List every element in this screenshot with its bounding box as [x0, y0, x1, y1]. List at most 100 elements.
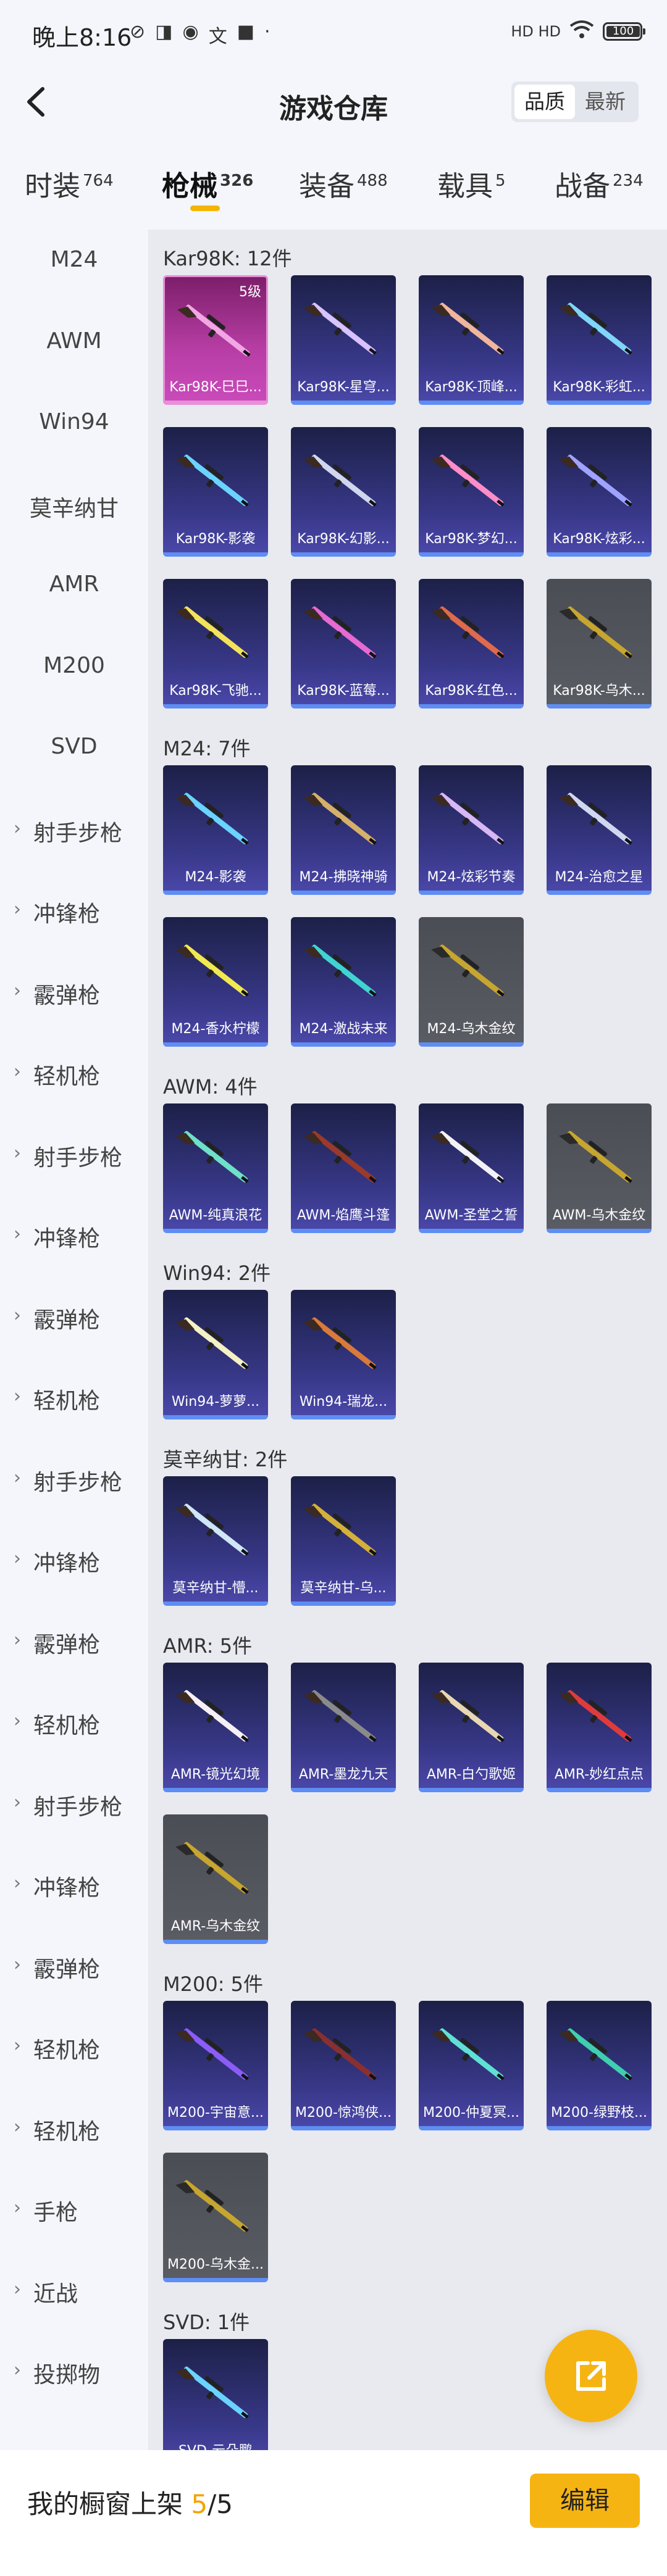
tab-count: 326 [220, 172, 254, 190]
weapon-skin-card[interactable]: Kar98K-红色... [419, 579, 524, 708]
weapon-skin-card[interactable]: M24-影袭 [163, 765, 268, 895]
weapon-skin-card[interactable]: 莫辛纳甘-乌... [291, 1476, 396, 1606]
sidebar-item[interactable]: M24 [0, 247, 148, 284]
sidebar-item[interactable]: AMR [0, 571, 148, 609]
tab-fashion[interactable]: 时装 764 [25, 164, 114, 204]
weapon-skin-card[interactable]: M200-惊鸿侠... [291, 2001, 396, 2130]
gun-icon [303, 302, 377, 355]
weapon-skin-card[interactable]: AMR-妙红点点 [547, 1663, 652, 1792]
weapon-skin-card[interactable]: Kar98K-炫彩... [547, 427, 652, 557]
weapon-skin-card[interactable]: M24-激战未来 [291, 917, 396, 1047]
gun-image [174, 2018, 257, 2092]
weapon-skin-card[interactable]: M200-仲夏冥... [419, 2001, 524, 2130]
weapon-skin-card[interactable]: AMR-白勺歌姬 [419, 1663, 524, 1792]
weapon-skin-card[interactable]: M24-香水柠檬 [163, 917, 268, 1047]
weapon-skin-card[interactable]: M24-炫彩节奏 [419, 765, 524, 895]
sidebar-item[interactable]: › 霰弹枪 [0, 1951, 148, 1988]
sidebar-item[interactable]: AWM [0, 328, 148, 365]
sidebar-item[interactable]: › 射手步枪 [0, 815, 148, 852]
sidebar-item[interactable]: › 轻机枪 [0, 1708, 148, 1745]
gun-icon [303, 1317, 377, 1369]
weapon-skin-card[interactable]: Kar98K-彩虹... [547, 275, 652, 405]
sidebar-item[interactable]: › 近战 [0, 2276, 148, 2313]
sidebar-item[interactable]: Win94 [0, 409, 148, 446]
sidebar-item[interactable]: 莫辛纳甘 [0, 491, 148, 528]
sidebar-item-label: Win94 [39, 409, 109, 434]
weapon-skin-name: 莫辛纳甘-乌... [300, 1581, 387, 1596]
weapon-skin-card[interactable]: M24-乌木金纹 [419, 917, 524, 1047]
weapon-skin-name: Kar98K-乌木... [553, 683, 645, 699]
weapon-skin-card[interactable]: AWM-纯真浪花 [163, 1103, 268, 1233]
weapon-skin-card[interactable]: 5级 Kar98K-巳巳... [163, 275, 268, 405]
wifi-icon [569, 20, 594, 43]
weapon-skin-card[interactable]: Kar98K-顶峰... [419, 275, 524, 405]
sort-option-latest[interactable]: 最新 [575, 85, 636, 119]
section-title: Win94: 2件 [163, 1261, 271, 1285]
sidebar-item[interactable]: › 霰弹枪 [0, 1627, 148, 1664]
weapon-skin-card[interactable]: Kar98K-梦幻... [419, 427, 524, 557]
sort-switch: 品质 最新 [511, 81, 639, 122]
weapon-skin-name: AMR-墨龙九天 [298, 1767, 388, 1782]
battery-level: 100 [606, 26, 640, 37]
weapon-skin-card[interactable]: M200-乌木金... [163, 2153, 268, 2282]
weapon-skin-card[interactable]: Kar98K-影袭 [163, 427, 268, 557]
weapon-skin-card[interactable]: AMR-墨龙九天 [291, 1663, 396, 1792]
weapon-skin-card[interactable]: AWM-焰鹰斗篷 [291, 1103, 396, 1233]
chevron-right-icon: › [14, 1791, 21, 1813]
tab-supplies[interactable]: 战备 234 [555, 164, 644, 204]
weapon-skin-card[interactable]: Win94-瑞龙... [291, 1290, 396, 1419]
weapon-skin-card[interactable]: AMR-乌木金纹 [163, 1814, 268, 1944]
sidebar-item[interactable]: › 冲锋枪 [0, 1221, 148, 1258]
weapon-skin-card[interactable]: AWM-圣堂之誓 [419, 1103, 524, 1233]
section-title: Kar98K: 12件 [163, 247, 292, 270]
weapon-skin-card[interactable]: Kar98K-星穹... [291, 275, 396, 405]
sidebar-item[interactable]: › 冲锋枪 [0, 1870, 148, 1907]
tab-guns[interactable]: 枪械 326 [162, 164, 253, 204]
sidebar-item[interactable]: › 投掷物 [0, 2357, 148, 2394]
gun-image [174, 1121, 257, 1195]
sidebar-item-label: 冲锋枪 [33, 1876, 101, 1901]
weapon-skin-card[interactable]: AMR-镜光幻境 [163, 1663, 268, 1792]
gun-image [302, 934, 385, 1008]
edit-button[interactable]: 编辑 [530, 2474, 640, 2528]
sidebar-item[interactable]: › 轻机枪 [0, 2114, 148, 2151]
tab-equipment[interactable]: 装备 488 [299, 164, 388, 204]
weapon-skin-card[interactable]: M24-治愈之星 [547, 765, 652, 895]
sidebar-item[interactable]: › 轻机枪 [0, 2032, 148, 2069]
sidebar-item[interactable]: › 霰弹枪 [0, 1302, 148, 1339]
weapon-skin-card[interactable]: SVD-云朵鹏 [163, 2339, 268, 2469]
weapon-skin-name: M24-激战未来 [299, 1021, 388, 1037]
tab-label: 枪械 [162, 170, 218, 202]
chevron-right-icon: › [14, 2116, 21, 2138]
weapon-skin-card[interactable]: Win94-萝萝... [163, 1290, 268, 1419]
sidebar-item[interactable]: › 手枪 [0, 2195, 148, 2232]
weapon-skin-card[interactable]: M200-宇宙意... [163, 2001, 268, 2130]
weapon-skin-card[interactable]: M200-绿野枝... [547, 2001, 652, 2130]
weapon-skin-card[interactable]: Kar98K-乌木... [547, 579, 652, 708]
sidebar-item[interactable]: › 射手步枪 [0, 1465, 148, 1502]
sidebar-item[interactable]: › 射手步枪 [0, 1140, 148, 1177]
weapon-skin-card[interactable]: Kar98K-飞驰... [163, 579, 268, 708]
sidebar-item[interactable]: M200 [0, 653, 148, 690]
tab-count: 5 [495, 172, 506, 190]
sidebar-item[interactable]: SVD [0, 734, 148, 771]
gun-icon [431, 454, 505, 507]
weapon-skin-card[interactable]: 莫辛纳甘-懵... [163, 1476, 268, 1606]
weapon-skin-card[interactable]: Kar98K-蓝莓... [291, 579, 396, 708]
share-button[interactable] [545, 2330, 637, 2422]
sidebar-item[interactable]: › 冲锋枪 [0, 1545, 148, 1582]
weapon-skin-card[interactable]: M24-拂晓神骑 [291, 765, 396, 895]
sidebar-item[interactable]: › 轻机枪 [0, 1383, 148, 1420]
sidebar-item[interactable]: › 射手步枪 [0, 1789, 148, 1826]
chevron-right-icon: › [14, 2278, 21, 2300]
weapon-skin-card[interactable]: Kar98K-幻影... [291, 427, 396, 557]
sidebar-item[interactable]: › 轻机枪 [0, 1058, 148, 1095]
chevron-right-icon: › [14, 1466, 21, 1489]
sidebar-item[interactable]: › 霰弹枪 [0, 978, 148, 1015]
weapon-skin-name: AWM-纯真浪花 [169, 1208, 262, 1223]
weapon-skin-name: Kar98K-蓝莓... [297, 683, 390, 699]
sort-option-quality[interactable]: 品质 [514, 85, 575, 119]
sidebar-item[interactable]: › 冲锋枪 [0, 896, 148, 933]
tab-vehicles[interactable]: 载具 5 [437, 164, 506, 204]
weapon-skin-card[interactable]: AWM-乌木金纹 [547, 1103, 652, 1233]
